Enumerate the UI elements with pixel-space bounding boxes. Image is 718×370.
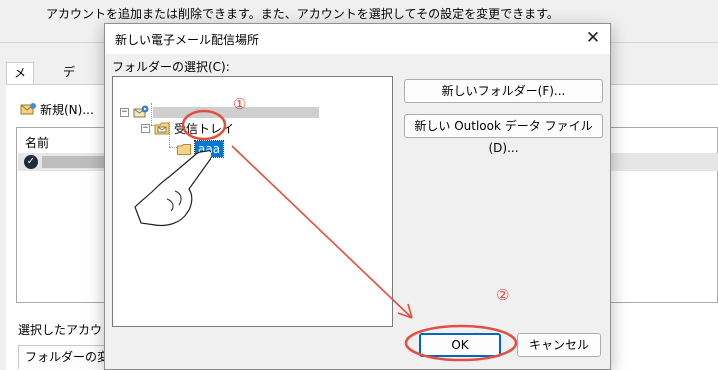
new-account-label: 新規(N)...: [40, 102, 94, 117]
new-account-button[interactable]: 新規(N)...: [20, 100, 94, 118]
folder-select-label: フォルダーの選択(C):: [112, 60, 230, 74]
close-icon: ✕: [585, 28, 601, 48]
dialog-titlebar[interactable]: 新しい電子メール配信場所 ✕: [105, 24, 610, 54]
step-1-marker: ①: [233, 95, 247, 113]
column-header-name[interactable]: 名前: [25, 134, 49, 151]
mailbox-icon: [133, 105, 149, 118]
collapse-toggle[interactable]: −: [120, 107, 129, 117]
inbox-label: 受信トレイ: [174, 121, 235, 136]
step-2-marker: ②: [496, 286, 510, 304]
pointing-hand-icon: [134, 150, 211, 227]
check-circle-icon: ✓: [24, 155, 38, 169]
collapse-toggle[interactable]: −: [141, 123, 150, 133]
cancel-button[interactable]: キャンセル: [517, 333, 601, 357]
inbox-folder-icon: [154, 122, 170, 134]
dialog-title: 新しい電子メール配信場所: [115, 33, 260, 47]
close-button[interactable]: ✕: [580, 26, 606, 52]
tab-mail[interactable]: メール: [6, 62, 35, 120]
new-folder-button[interactable]: 新しいフォルダー(F)...: [404, 79, 603, 103]
tab-data-files[interactable]: データフ: [56, 62, 82, 139]
tree-node-inbox[interactable]: − 受信トレイ: [141, 119, 234, 137]
account-description: アカウントを追加または削除できます。また、アカウントを選択してその設定を変更でき…: [46, 7, 559, 21]
new-delivery-location-dialog: 新しい電子メール配信場所 ✕ フォルダーの選択(C): − − 受信トレイ aa…: [104, 23, 611, 370]
folder-tree[interactable]: − − 受信トレイ aaa: [112, 76, 393, 327]
new-outlook-data-file-button[interactable]: 新しい Outlook データ ファイル(D)...: [404, 114, 603, 155]
ok-button[interactable]: OK: [419, 333, 501, 357]
mail-account-icon: [20, 103, 36, 115]
